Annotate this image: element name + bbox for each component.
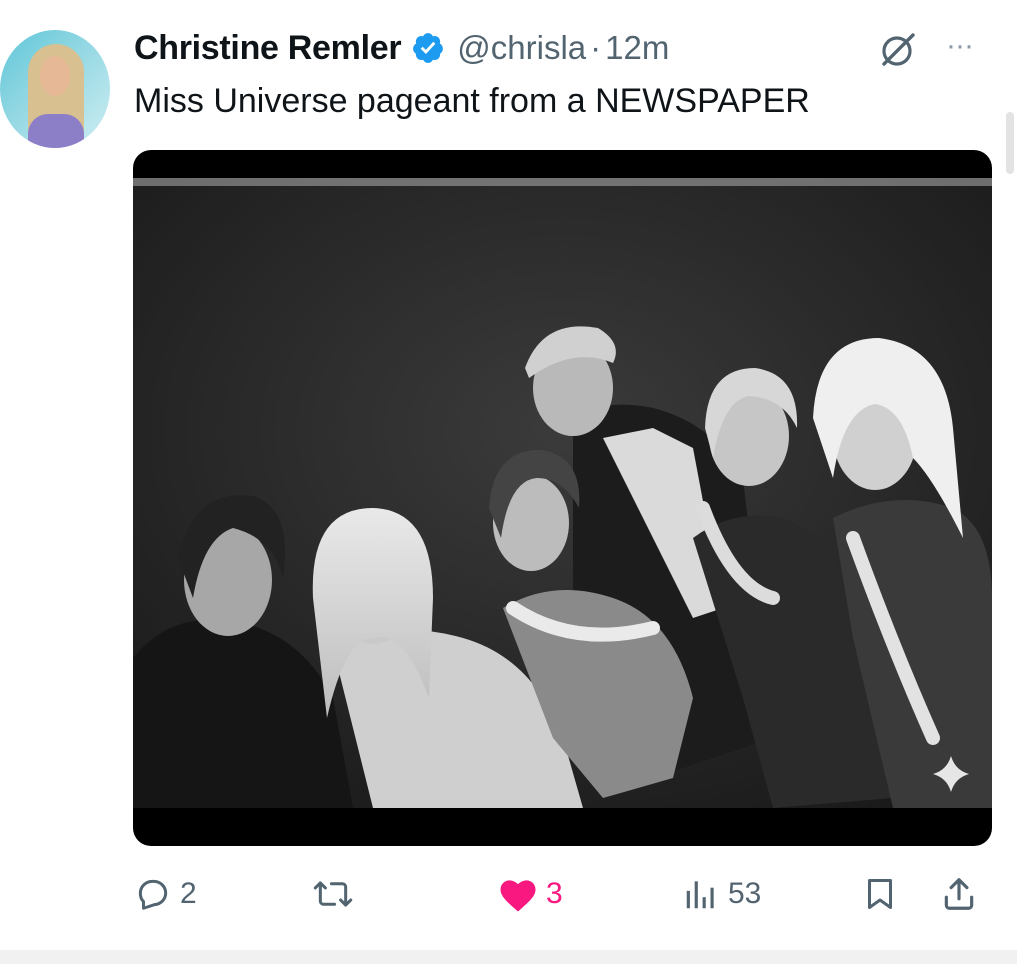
avatar-face [40, 56, 70, 96]
tweet-text: Miss Universe pageant from a NEWSPAPER [134, 82, 810, 120]
views-icon [686, 881, 714, 909]
tweet-actions: 2 3 53 [0, 864, 1017, 924]
avatar-clothing [28, 114, 84, 148]
views-button[interactable]: 53 [682, 864, 761, 924]
separator-dot: · [590, 29, 602, 66]
reply-icon [138, 879, 168, 910]
views-count: 53 [728, 877, 762, 910]
reply-button[interactable]: 2 [134, 864, 197, 924]
author-handle[interactable]: @chrisla [457, 29, 586, 67]
bookmark-icon [868, 879, 892, 909]
like-button[interactable]: 3 [498, 864, 563, 924]
verified-badge-icon [413, 33, 444, 63]
grok-icon[interactable] [878, 30, 918, 70]
tweet-header: Christine Remler @chrisla · 12m [134, 26, 669, 70]
more-options-icon[interactable]: ··· [946, 31, 990, 61]
author-name[interactable]: Christine Remler [134, 29, 402, 68]
bottom-divider [0, 950, 1017, 964]
share-icon [944, 878, 974, 910]
tweet-media[interactable] [133, 150, 992, 846]
tweet-timestamp[interactable]: 12m [605, 29, 669, 67]
like-count: 3 [546, 877, 563, 910]
avatar[interactable] [0, 30, 110, 148]
share-button[interactable] [940, 864, 978, 924]
retweet-icon [313, 881, 353, 907]
bookmark-button[interactable] [862, 864, 898, 924]
retweet-button[interactable] [312, 864, 362, 924]
like-icon [500, 880, 536, 912]
scrollbar-thumb[interactable] [1006, 112, 1014, 174]
scrollbar[interactable] [1003, 0, 1017, 964]
tweet-photo[interactable] [133, 178, 992, 808]
reply-count: 2 [180, 877, 197, 910]
